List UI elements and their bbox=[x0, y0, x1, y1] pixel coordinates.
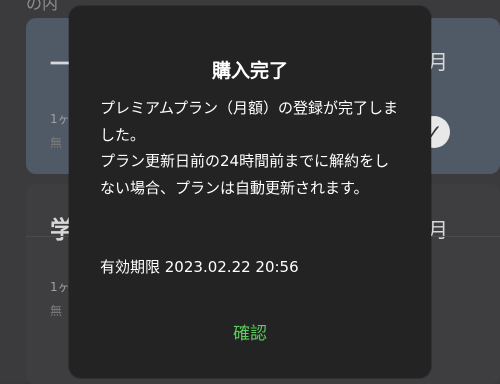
dialog-message: プレミアムプラン（月額）の登録が完了しました。 プラン更新日前の24時間前までに… bbox=[100, 95, 404, 201]
plan-card-detail: 1ヶ bbox=[50, 112, 70, 126]
background-heading: の内 bbox=[26, 0, 59, 13]
purchase-complete-dialog: 購入完了 プレミアムプラン（月額）の登録が完了しました。 プラン更新日前の24時… bbox=[69, 6, 431, 378]
plan-card-note: 無 bbox=[50, 304, 63, 318]
plan-card-period: 月 bbox=[428, 218, 448, 242]
plan-card-detail: 1ヶ bbox=[50, 280, 70, 294]
dialog-message-line: プラン更新日前の24時間前までに解約をしない場合、プランは自動更新されます。 bbox=[100, 152, 390, 197]
dialog-message-line: プレミアムプラン（月額）の登録が完了しました。 bbox=[100, 99, 399, 144]
plan-card-period: 月 bbox=[428, 50, 448, 74]
dialog-title: 購入完了 bbox=[211, 60, 288, 82]
confirm-button[interactable]: 確認 bbox=[200, 316, 300, 346]
expiry-date: 有効期限 2023.02.22 20:56 bbox=[100, 258, 299, 276]
plan-card-note: 無 bbox=[50, 136, 63, 150]
